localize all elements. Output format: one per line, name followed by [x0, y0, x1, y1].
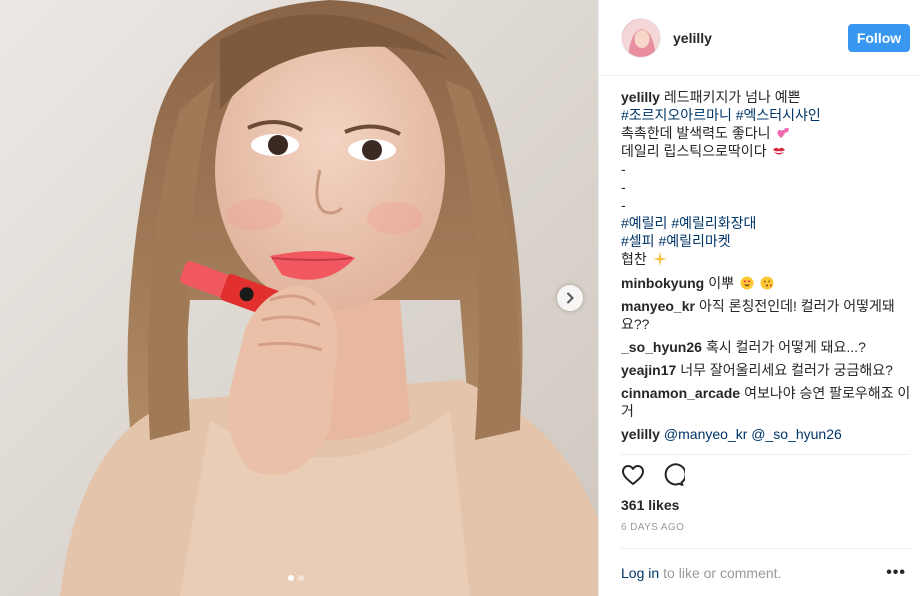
section-divider — [621, 454, 910, 455]
comment-item: yeajin17 너무 잘어울리세요 컬러가 궁금해요? — [621, 361, 911, 379]
chevron-right-icon — [567, 292, 574, 304]
comment-item: _so_hyun26 혹시 컬러가 어떻게 돼요...? — [621, 338, 911, 356]
comment-username[interactable]: manyeo_kr — [621, 298, 695, 314]
kissing-emoji-icon — [760, 276, 774, 290]
hashtag-link[interactable]: #셀피 — [621, 233, 655, 249]
comment-item: yelilly @manyeo_kr @_so_hyun26 — [621, 425, 911, 443]
post-caption: yelilly 레드패키지가 넘나 예쁜 #조르지오아르마니 #엑스터시샤인 촉촉… — [621, 88, 911, 268]
post-timestamp[interactable]: 6 DAYS AGO — [621, 522, 684, 533]
comment-username[interactable]: cinnamon_arcade — [621, 385, 740, 401]
mention-link[interactable]: @_so_hyun26 — [751, 426, 842, 442]
action-bar — [621, 463, 685, 487]
two-hearts-icon — [777, 128, 790, 138]
likes-count[interactable]: 361 likes — [621, 497, 679, 513]
sparkle-icon — [652, 252, 667, 266]
mention-link[interactable]: @manyeo_kr — [664, 426, 747, 442]
post-photo[interactable] — [0, 0, 598, 596]
carousel-dot-active — [288, 575, 294, 581]
hashtag-link[interactable]: #엑스터시샤인 — [736, 107, 821, 123]
comment-username[interactable]: minbokyung — [621, 275, 704, 291]
login-footer: Log in to like or comment. ••• — [621, 548, 910, 596]
comment-item: cinnamon_arcade 여보나야 승연 팔로우해죠 이거 — [621, 384, 911, 420]
caption-text-last: 협찬 — [621, 251, 647, 267]
heart-outline-icon[interactable] — [621, 463, 645, 487]
avatar-image — [622, 18, 660, 57]
more-dots-icon[interactable]: ••• — [886, 564, 906, 582]
caption-dash: - — [621, 197, 626, 213]
carousel-next-button[interactable] — [557, 285, 583, 311]
carousel-dot — [298, 575, 304, 581]
caption-text-1: 레드패키지가 넘나 예쁜 — [663, 89, 801, 105]
comment-bubble-icon[interactable] — [661, 463, 685, 487]
comment-username[interactable]: yelilly — [621, 426, 660, 442]
selfie-image — [0, 0, 598, 596]
caption-text-3: 촉촉한데 발색력도 좋다니 — [621, 125, 771, 141]
post-header: yelilly Follow — [599, 0, 920, 76]
hashtag-link[interactable]: #예릴리마켓 — [658, 233, 730, 249]
caption-text-4: 데일리 립스틱으로딱이다 — [621, 143, 767, 159]
hashtag-link[interactable]: #예릴리 — [621, 215, 667, 231]
comment-username[interactable]: _so_hyun26 — [621, 339, 702, 355]
caption-dash: - — [621, 179, 626, 195]
comment-text: 혹시 컬러가 어떻게 돼요...? — [705, 339, 866, 355]
post-username[interactable]: yelilly — [673, 30, 848, 46]
comment-username[interactable]: yeajin17 — [621, 362, 676, 378]
comment-item: manyeo_kr 아직 론칭전인데! 컬러가 어떻게돼요?? — [621, 297, 911, 333]
comment-item: minbokyung 이뿌 — [621, 274, 911, 292]
caption-username[interactable]: yelilly — [621, 89, 660, 105]
follow-button[interactable]: Follow — [848, 23, 910, 52]
login-link[interactable]: Log in — [621, 565, 659, 581]
instagram-post: yelilly Follow yelilly 레드패키지가 넘나 예쁜 #조르지오… — [0, 0, 920, 596]
avatar[interactable] — [621, 17, 661, 58]
carousel-indicator — [288, 575, 304, 581]
comment-text: 너무 잘어울리세요 컬러가 궁금해요? — [680, 362, 893, 378]
login-prompt-text: to like or comment. — [663, 564, 782, 581]
hashtag-link[interactable]: #예릴리화장대 — [671, 215, 756, 231]
caption-dash: - — [621, 161, 626, 177]
kiss-mark-icon — [773, 147, 786, 155]
comment-text: 이뿌 — [708, 275, 734, 291]
hashtag-link[interactable]: #조르지오아르마니 — [621, 107, 732, 123]
heart-eyes-emoji-icon — [740, 276, 754, 290]
comment-list: yelilly 레드패키지가 넘나 예쁜 #조르지오아르마니 #엑스터시샤인 촉촉… — [621, 88, 911, 454]
post-side-panel: yelilly Follow yelilly 레드패키지가 넘나 예쁜 #조르지오… — [598, 0, 920, 596]
